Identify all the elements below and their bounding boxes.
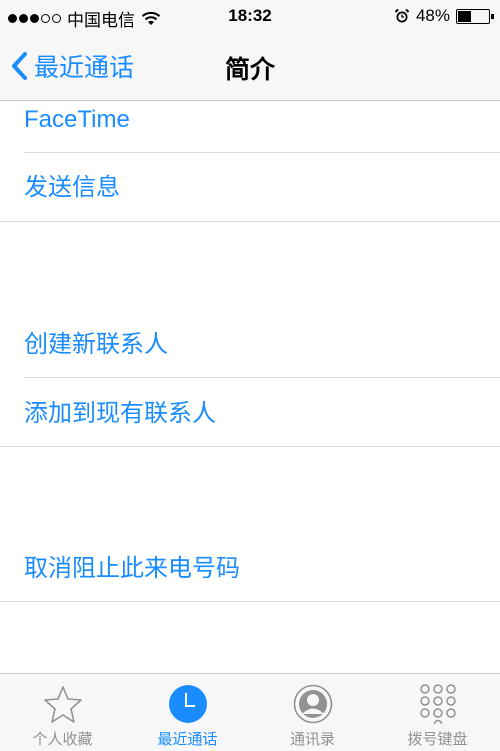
unblock-caller-button[interactable]: 取消阻止此来电号码 [0, 550, 500, 618]
tab-favorites[interactable]: 个人收藏 [0, 674, 125, 751]
tab-contacts[interactable]: 通讯录 [250, 674, 375, 751]
row-label: 创建新联系人 [24, 331, 168, 358]
row-label: FaceTime [24, 106, 130, 133]
tab-label: 个人收藏 [32, 731, 93, 748]
divider [24, 377, 500, 378]
send-message-button[interactable]: 发送信息 [0, 169, 500, 237]
tab-keypad[interactable]: 拨号键盘 [375, 674, 500, 751]
status-right: 48% [394, 6, 494, 26]
status-bar: 中国电信 18:32 48% [0, 0, 500, 34]
tab-label: 最近通话 [157, 731, 218, 748]
back-button[interactable]: 最近通话 [10, 48, 134, 84]
battery-fill [458, 10, 472, 22]
divider [0, 601, 500, 602]
create-new-contact-button[interactable]: 创建新联系人 [0, 326, 500, 394]
divider [0, 221, 500, 222]
keypad-icon [419, 684, 456, 724]
row-label: 发送信息 [24, 174, 120, 201]
battery-icon [456, 8, 494, 24]
content-area: FaceTime 发送信息 创建新联系人 添加到现有联系人 取消阻止此来电号码 [0, 101, 500, 673]
alarm-clock-icon [394, 8, 410, 23]
star-icon [43, 686, 82, 723]
contact-icon [293, 684, 332, 724]
row-label: 取消阻止此来电号码 [24, 555, 240, 582]
tab-bar: 个人收藏 最近通话 通讯录 拨号键盘 [0, 673, 500, 751]
divider [0, 446, 500, 447]
divider [24, 152, 500, 153]
battery-tip [491, 13, 494, 19]
row-label: 添加到现有联系人 [24, 400, 216, 427]
chevron-left-icon [12, 52, 27, 80]
clock-icon [168, 685, 207, 723]
tab-label: 拨号键盘 [407, 731, 468, 748]
navigation-bar: 最近通话 简介 [0, 34, 500, 101]
facetime-button[interactable]: FaceTime [0, 101, 500, 169]
tab-label: 通讯录 [289, 731, 335, 748]
tab-recents[interactable]: 最近通话 [125, 674, 250, 751]
back-button-label: 最近通话 [34, 54, 135, 82]
battery-percent: 48% [415, 6, 450, 25]
add-to-existing-contact-button[interactable]: 添加到现有联系人 [0, 395, 500, 463]
